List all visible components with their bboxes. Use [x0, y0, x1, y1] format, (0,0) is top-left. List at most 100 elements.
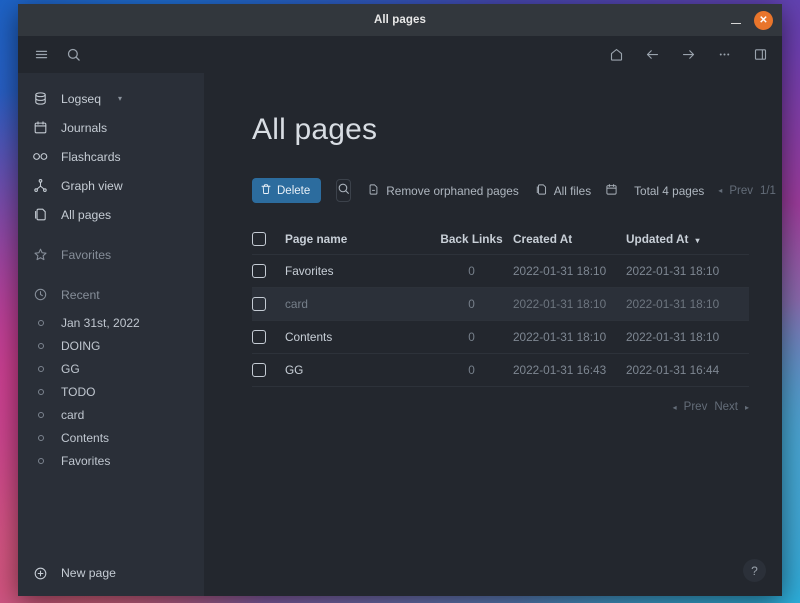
- search-icon[interactable]: [66, 47, 81, 62]
- sidebar-item-graph-view[interactable]: Graph view: [18, 171, 204, 200]
- close-button[interactable]: ✕: [754, 11, 773, 30]
- table-header-row: Page name Back Links Created At Updated …: [252, 223, 749, 255]
- list-item[interactable]: card: [18, 403, 204, 426]
- file-remove-icon: [367, 183, 380, 199]
- table-row[interactable]: Contents 0 2022-01-31 18:10 2022-01-31 1…: [252, 321, 749, 354]
- bullet-icon: [32, 458, 49, 464]
- sidebar-item-recent[interactable]: Recent: [18, 280, 204, 309]
- recent-item-label: Favorites: [61, 454, 110, 468]
- prev-button[interactable]: Prev: [684, 401, 708, 413]
- table-row[interactable]: Favorites 0 2022-01-31 18:10 2022-01-31 …: [252, 255, 749, 288]
- row-checkbox[interactable]: [252, 330, 266, 344]
- table-search-button[interactable]: [336, 179, 351, 202]
- calendar-icon: [605, 183, 618, 199]
- cell-page-name[interactable]: GG: [285, 363, 430, 377]
- cell-back-links: 0: [430, 330, 513, 344]
- graph-icon: [32, 178, 49, 193]
- plus-circle-icon: [32, 566, 49, 581]
- dots-horizontal-icon[interactable]: [717, 47, 732, 62]
- home-icon[interactable]: [609, 47, 624, 62]
- column-header-updated-at[interactable]: Updated At▾: [626, 232, 746, 246]
- pagination-top: ◂ Prev 1/1 Next ▸: [718, 185, 782, 197]
- window-titlebar: All pages ✕: [18, 4, 782, 36]
- select-all-checkbox[interactable]: [252, 232, 266, 246]
- right-sidebar-icon[interactable]: [753, 47, 768, 62]
- column-header-created-at[interactable]: Created At: [513, 232, 626, 246]
- cell-page-name[interactable]: card: [285, 297, 430, 311]
- list-item[interactable]: Jan 31st, 2022: [18, 311, 204, 334]
- sidebar-item-label: Journals: [61, 121, 107, 135]
- prev-arrow-icon[interactable]: ◂: [718, 186, 722, 195]
- page-title: All pages: [252, 113, 782, 147]
- row-checkbox-cell: [252, 363, 285, 377]
- bullet-icon: [32, 366, 49, 372]
- search-icon: [337, 182, 350, 200]
- cell-updated-at: 2022-01-31 16:44: [626, 363, 746, 377]
- window-controls: ✕: [728, 11, 782, 30]
- list-item[interactable]: Contents: [18, 426, 204, 449]
- sidebar-item-favorites[interactable]: Favorites: [18, 240, 204, 269]
- remove-orphaned-pages-button[interactable]: Remove orphaned pages: [367, 183, 518, 199]
- list-item[interactable]: GG: [18, 357, 204, 380]
- bullet-icon: [32, 412, 49, 418]
- column-header-back-links[interactable]: Back Links: [430, 232, 513, 246]
- row-checkbox[interactable]: [252, 297, 266, 311]
- sidebar-item-label: Flashcards: [61, 150, 121, 164]
- row-checkbox[interactable]: [252, 363, 266, 377]
- help-button[interactable]: ?: [743, 559, 766, 582]
- row-checkbox[interactable]: [252, 264, 266, 278]
- hamburger-icon[interactable]: [34, 47, 49, 62]
- next-button[interactable]: Next: [714, 401, 738, 413]
- clock-icon: [32, 287, 49, 302]
- table-row[interactable]: card 0 2022-01-31 18:10 2022-01-31 18:10: [252, 288, 749, 321]
- chevron-down-icon: ▾: [118, 94, 122, 103]
- recent-item-label: card: [61, 408, 84, 422]
- recent-item-label: Jan 31st, 2022: [61, 316, 140, 330]
- cell-page-name[interactable]: Favorites: [285, 264, 430, 278]
- cell-back-links: 0: [430, 297, 513, 311]
- row-checkbox-cell: [252, 297, 285, 311]
- recent-item-label: Contents: [61, 431, 109, 445]
- calendar-filter-button[interactable]: [605, 183, 618, 199]
- cell-updated-at: 2022-01-31 18:10: [626, 264, 746, 278]
- new-page-button[interactable]: New page: [18, 550, 204, 596]
- next-arrow-icon[interactable]: ▸: [745, 403, 749, 412]
- arrow-right-icon[interactable]: [681, 47, 696, 62]
- list-item[interactable]: DOING: [18, 334, 204, 357]
- pagination-bottom: ◂ Prev Next ▸: [673, 401, 749, 413]
- prev-button[interactable]: Prev: [729, 185, 753, 197]
- left-sidebar: Logseq ▾ Journals Flashcards: [18, 73, 204, 596]
- cell-created-at: 2022-01-31 16:43: [513, 363, 626, 377]
- app-window: All pages ✕: [18, 4, 782, 596]
- bullet-icon: [32, 343, 49, 349]
- list-item[interactable]: TODO: [18, 380, 204, 403]
- files-icon: [535, 183, 548, 199]
- sidebar-item-journals[interactable]: Journals: [18, 113, 204, 142]
- row-checkbox-cell: [252, 330, 285, 344]
- minimize-button[interactable]: [728, 12, 744, 28]
- bullet-icon: [32, 389, 49, 395]
- table-toolbar: Delete Remove orphaned pages: [252, 178, 782, 203]
- sidebar-item-flashcards[interactable]: Flashcards: [18, 142, 204, 171]
- cell-back-links: 0: [430, 363, 513, 377]
- recent-list: Jan 31st, 2022 DOING GG TODO: [18, 309, 204, 472]
- sidebar-item-graph-selector[interactable]: Logseq ▾: [18, 84, 204, 113]
- delete-button[interactable]: Delete: [252, 178, 321, 203]
- window-title: All pages: [18, 14, 782, 26]
- cell-page-name[interactable]: Contents: [285, 330, 430, 344]
- all-files-button[interactable]: All files: [535, 183, 591, 199]
- sidebar-item-all-pages[interactable]: All pages: [18, 200, 204, 229]
- pages-table: Page name Back Links Created At Updated …: [252, 223, 749, 387]
- column-header-page-name[interactable]: Page name: [285, 232, 430, 246]
- cell-back-links: 0: [430, 264, 513, 278]
- arrow-left-icon[interactable]: [645, 47, 660, 62]
- prev-arrow-icon[interactable]: ◂: [673, 403, 677, 412]
- sidebar-item-label: All pages: [61, 208, 111, 222]
- infinity-icon: [32, 149, 49, 164]
- table-row[interactable]: GG 0 2022-01-31 16:43 2022-01-31 16:44: [252, 354, 749, 387]
- trash-icon: [260, 183, 272, 198]
- list-item[interactable]: Favorites: [18, 449, 204, 472]
- bullet-icon: [32, 320, 49, 326]
- cell-updated-at: 2022-01-31 18:10: [626, 297, 746, 311]
- new-page-label: New page: [61, 566, 116, 580]
